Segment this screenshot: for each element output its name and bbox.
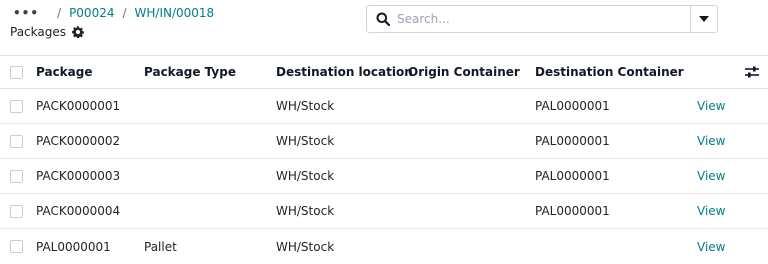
breadcrumb-more-button[interactable]: •••: [13, 6, 39, 20]
column-header-origin-container[interactable]: Origin Container: [408, 56, 520, 88]
cell-package-type: Pallet: [144, 239, 177, 254]
view-button[interactable]: View: [697, 124, 725, 158]
breadcrumb-item-receipt[interactable]: WH/IN/00018: [135, 6, 215, 20]
column-header-package[interactable]: Package: [36, 56, 93, 88]
cell-destination-location: WH/Stock: [276, 134, 335, 148]
table-row[interactable]: PACK0000004 WH/Stock PAL0000001 View: [0, 194, 768, 229]
cell-destination-location: WH/Stock: [276, 239, 335, 254]
table-header: Package Package Type Destination locatio…: [0, 55, 768, 89]
view-button[interactable]: View: [697, 194, 725, 228]
cell-package: PACK0000002: [36, 134, 121, 148]
row-checkbox[interactable]: [10, 194, 23, 228]
cell-package: PAL0000001: [36, 239, 111, 254]
cell-destination-container: PAL0000001: [535, 134, 610, 148]
select-all-checkbox[interactable]: [10, 56, 23, 88]
control-panel: ••• / P00024 / WH/IN/00018 Packages: [0, 0, 768, 55]
caret-down-icon: [699, 16, 709, 22]
row-checkbox[interactable]: [10, 89, 23, 123]
cell-package: PACK0000003: [36, 169, 121, 183]
breadcrumb-item-purchase-order[interactable]: P00024: [69, 6, 114, 20]
breadcrumb-separator: /: [122, 6, 127, 20]
search-icon: [376, 12, 391, 27]
page-title-row: Packages: [10, 25, 84, 39]
cell-package: PACK0000004: [36, 204, 121, 218]
view-button[interactable]: View: [697, 159, 725, 193]
search-options-toggle[interactable]: [690, 6, 717, 32]
column-header-destination-container[interactable]: Destination Container: [535, 56, 684, 88]
search-input[interactable]: [397, 7, 690, 31]
cell-destination-container: PAL0000001: [535, 99, 610, 113]
column-header-destination-location[interactable]: Destination location: [276, 56, 413, 88]
column-header-package-type[interactable]: Package Type: [144, 56, 236, 88]
breadcrumb: ••• / P00024 / WH/IN/00018: [13, 6, 214, 20]
cell-destination-location: WH/Stock: [276, 169, 335, 183]
gear-icon[interactable]: [72, 26, 84, 39]
optional-columns-toggle[interactable]: [745, 56, 759, 88]
cell-destination-location: WH/Stock: [276, 204, 335, 218]
table-row[interactable]: PACK0000001 WH/Stock PAL0000001 View: [0, 89, 768, 124]
cell-destination-container: PAL0000001: [535, 169, 610, 183]
table-row[interactable]: PACK0000002 WH/Stock PAL0000001 View: [0, 124, 768, 159]
table-row[interactable]: PAL0000001 Pallet WH/Stock View: [0, 229, 768, 264]
cell-destination-location: WH/Stock: [276, 99, 335, 113]
search-bar: [366, 5, 718, 33]
cell-destination-container: PAL0000001: [535, 204, 610, 218]
breadcrumb-separator: /: [57, 6, 62, 20]
view-button[interactable]: View: [697, 229, 725, 264]
row-checkbox[interactable]: [10, 124, 23, 158]
sliders-icon: [745, 66, 759, 78]
row-checkbox[interactable]: [10, 229, 23, 264]
table-row[interactable]: PACK0000003 WH/Stock PAL0000001 View: [0, 159, 768, 194]
packages-list: Package Package Type Destination locatio…: [0, 55, 768, 264]
view-button[interactable]: View: [697, 89, 725, 123]
cell-package: PACK0000001: [36, 99, 121, 113]
page-title: Packages: [10, 25, 66, 39]
row-checkbox[interactable]: [10, 159, 23, 193]
